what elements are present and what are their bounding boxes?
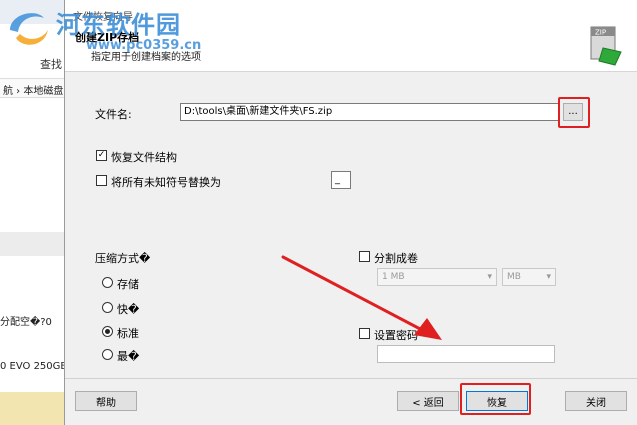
restore-structure-label: 恢复文件结构 bbox=[111, 151, 177, 164]
replace-char-field[interactable]: _ bbox=[331, 171, 351, 189]
compression-store-label: 存储 bbox=[117, 278, 139, 291]
compression-store-radio[interactable] bbox=[102, 277, 113, 288]
password-checkbox[interactable] bbox=[359, 328, 370, 339]
page-subtitle: 指定用于创建档案的选项 bbox=[91, 52, 201, 63]
svg-text:ZIP: ZIP bbox=[595, 29, 606, 37]
compression-normal-label: 标准 bbox=[117, 327, 139, 340]
background-address-bar: 航 › 本地磁盘 bbox=[0, 78, 64, 98]
split-unit-select[interactable]: MB ▾ bbox=[502, 268, 556, 286]
close-button[interactable]: 关闭 bbox=[565, 391, 627, 411]
split-unit-value: MB bbox=[507, 272, 521, 282]
compression-normal-radio[interactable] bbox=[102, 326, 113, 337]
restore-button[interactable]: 恢复 bbox=[466, 391, 528, 411]
zip-archive-icon: ZIP bbox=[590, 26, 622, 66]
compression-label: 压缩方式� bbox=[95, 252, 151, 265]
replace-unknown-label: 将所有未知符号替换为 bbox=[111, 176, 221, 189]
compression-fast-radio[interactable] bbox=[102, 302, 113, 313]
back-button[interactable]: < 返回 bbox=[397, 391, 459, 411]
file-name-label: 文件名: bbox=[95, 108, 132, 121]
background-alloc-text: 分配空�?0 bbox=[0, 317, 52, 328]
password-field[interactable] bbox=[377, 345, 555, 363]
compression-max-radio[interactable] bbox=[102, 349, 113, 360]
wizard-header: 文件恢复向导 创建ZIP存档 指定用于创建档案的选项 ZIP bbox=[65, 0, 637, 72]
background-address-text: 航 › 本地磁盘 bbox=[3, 86, 64, 97]
compression-max-label: 最� bbox=[117, 350, 140, 363]
split-size-select[interactable]: 1 MB ▾ bbox=[377, 268, 497, 286]
split-size-value: 1 MB bbox=[382, 272, 405, 282]
zip-wizard-dialog: 文件恢复向导 创建ZIP存档 指定用于创建档案的选项 ZIP 文件名: D:\t… bbox=[64, 0, 637, 425]
chevron-down-icon: ▾ bbox=[546, 272, 551, 282]
split-volume-checkbox[interactable] bbox=[359, 251, 370, 262]
browse-button[interactable]: ... bbox=[563, 103, 583, 121]
file-name-field[interactable]: D:\tools\桌面\新建文件夹\FS.zip bbox=[180, 103, 560, 121]
background-search-label: 查找 bbox=[40, 58, 62, 71]
background-selected-row bbox=[0, 232, 64, 256]
footer-divider bbox=[65, 378, 637, 379]
background-disk-text: 0 EVO 250GB bbox=[0, 361, 68, 372]
window-title: 文件恢复向导 bbox=[73, 12, 133, 23]
replace-unknown-checkbox[interactable] bbox=[96, 175, 107, 186]
background-titlebar bbox=[0, 0, 64, 24]
restore-structure-checkbox[interactable]: ✓ bbox=[96, 150, 107, 161]
password-label: 设置密码 bbox=[374, 329, 418, 342]
split-volume-label: 分割成卷 bbox=[374, 252, 418, 265]
compression-fast-label: 快� bbox=[117, 303, 140, 316]
page-title: 创建ZIP存档 bbox=[75, 31, 140, 44]
chevron-down-icon: ▾ bbox=[487, 272, 492, 282]
help-button[interactable]: 帮助 bbox=[75, 391, 137, 411]
